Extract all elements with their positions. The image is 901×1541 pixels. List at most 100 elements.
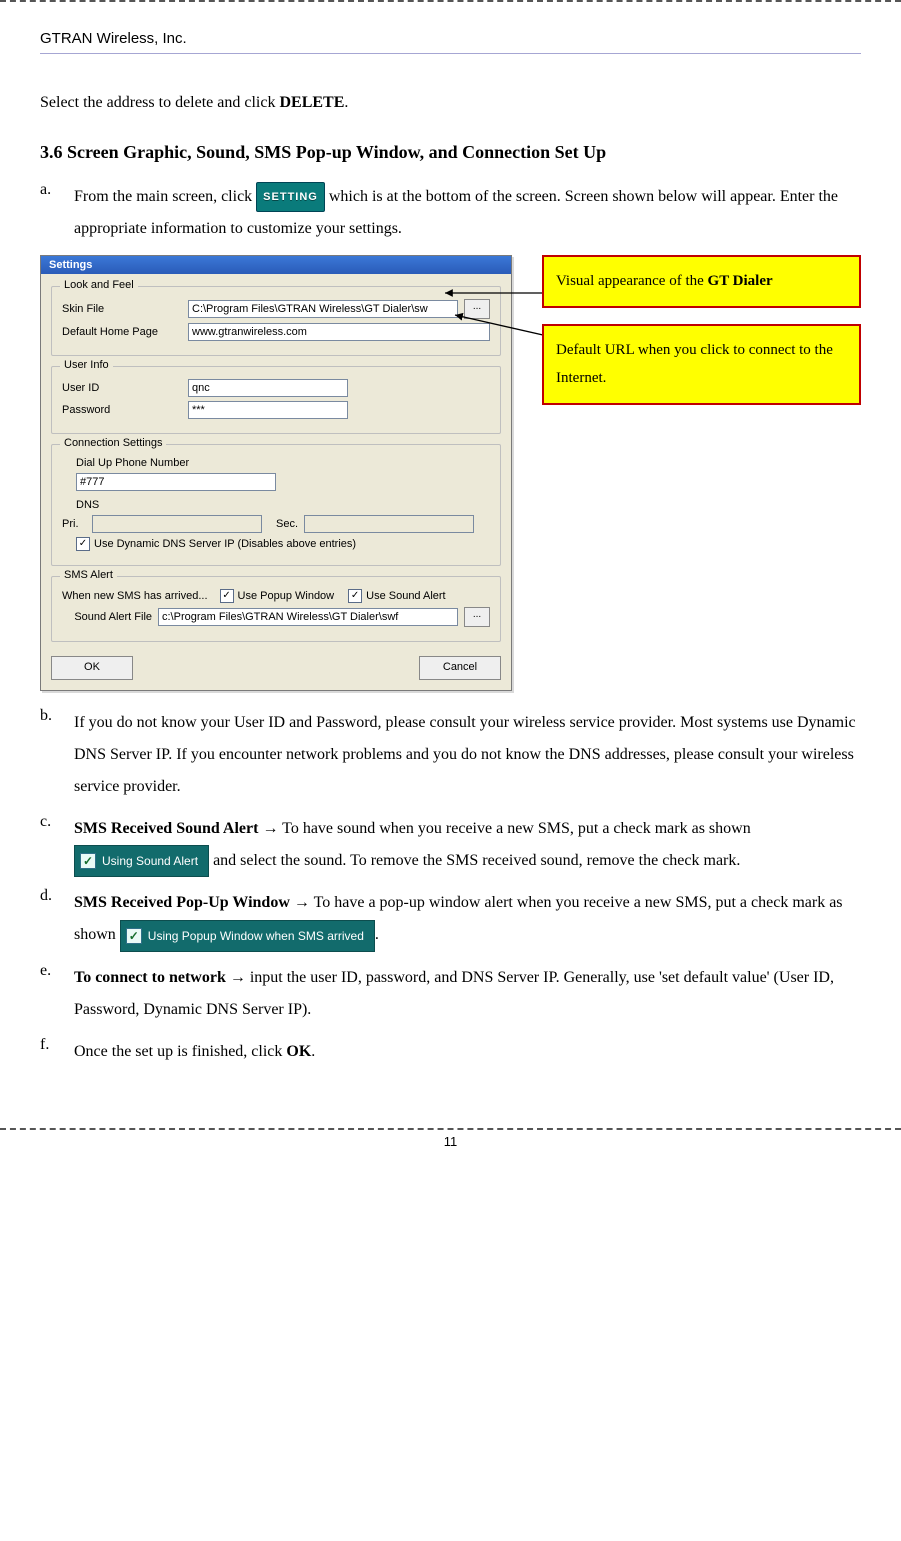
- text: Once the set up is finished, click: [74, 1043, 286, 1060]
- arrow-icon: →: [262, 820, 278, 837]
- item-b-body: If you do not know your User ID and Pass…: [74, 707, 861, 803]
- marker: c.: [40, 813, 74, 877]
- checkbox-label: Use Popup Window: [238, 590, 335, 602]
- page-header: GTRAN Wireless, Inc.: [40, 30, 861, 53]
- sound-file-input[interactable]: [158, 608, 458, 626]
- password-input[interactable]: [188, 401, 348, 419]
- label-sms-when: When new SMS has arrived...: [62, 590, 208, 602]
- using-popup-window-chip: ✓ Using Popup Window when SMS arrived: [120, 920, 375, 952]
- label-user-id: User ID: [62, 382, 182, 394]
- check-icon: ✓: [220, 589, 234, 603]
- text-bold: To connect to network: [74, 969, 230, 986]
- arrow-icon: →: [230, 969, 246, 986]
- chip-label: Using Popup Window when SMS arrived: [148, 924, 364, 948]
- ok-button[interactable]: OK: [51, 656, 133, 680]
- section-title: 3.6 Screen Graphic, Sound, SMS Pop-up Wi…: [40, 142, 861, 163]
- callout-visual-appearance: Visual appearance of the GT Dialer: [542, 255, 861, 308]
- label-dns-pri: Pri.: [62, 518, 86, 530]
- dynamic-dns-checkbox[interactable]: ✓ Use Dynamic DNS Server IP (Disables ab…: [76, 537, 356, 551]
- text: .: [311, 1043, 315, 1060]
- text: To have sound when you receive a new SMS…: [278, 820, 750, 837]
- settings-dialog: Settings Look and Feel Skin File ... Def…: [40, 255, 512, 691]
- check-icon: ✓: [76, 537, 90, 551]
- home-page-input[interactable]: [188, 323, 490, 341]
- item-f-body: Once the set up is finished, click OK.: [74, 1036, 861, 1068]
- text-bold: OK: [286, 1043, 311, 1060]
- label-dns-sec: Sec.: [268, 518, 298, 530]
- setting-button-image: SETTING: [256, 182, 325, 212]
- text: and select the sound. To remove the SMS …: [213, 852, 740, 869]
- dns-sec-input[interactable]: [304, 515, 474, 533]
- list-item: a. From the main screen, click SETTING w…: [40, 181, 861, 245]
- popup-checkbox[interactable]: ✓ Use Popup Window: [220, 589, 335, 603]
- item-d-body: SMS Received Pop-Up Window → To have a p…: [74, 887, 861, 951]
- list-item: e. To connect to network → input the use…: [40, 962, 861, 1026]
- callout-default-url: Default URL when you click to connect to…: [542, 324, 861, 405]
- dialog-content: Look and Feel Skin File ... Default Home…: [41, 274, 511, 690]
- callouts: Visual appearance of the GT Dialer Defau…: [542, 255, 861, 421]
- label-home-page: Default Home Page: [62, 326, 182, 338]
- checkbox-label: Use Sound Alert: [366, 590, 446, 602]
- row-home-page: Default Home Page: [62, 323, 490, 341]
- row-password: Password: [62, 401, 490, 419]
- figure-row: Settings Look and Feel Skin File ... Def…: [40, 255, 861, 691]
- row-dynamic-dns: ✓ Use Dynamic DNS Server IP (Disables ab…: [76, 537, 490, 551]
- using-sound-alert-chip: ✓ Using Sound Alert: [74, 845, 209, 877]
- label-dial-number: Dial Up Phone Number: [76, 457, 490, 469]
- text: .: [344, 94, 348, 111]
- page-number: 11: [0, 1130, 901, 1149]
- check-icon: ✓: [348, 589, 362, 603]
- instruction-list-continued: b. If you do not know your User ID and P…: [40, 707, 861, 1068]
- list-item: b. If you do not know your User ID and P…: [40, 707, 861, 803]
- marker: f.: [40, 1036, 74, 1068]
- item-e-body: To connect to network → input the user I…: [74, 962, 861, 1026]
- list-item: c. SMS Received Sound Alert → To have so…: [40, 813, 861, 877]
- item-c-body: SMS Received Sound Alert → To have sound…: [74, 813, 861, 877]
- row-sound-file: Sound Alert File ...: [62, 607, 490, 627]
- text: Visual appearance of the: [556, 273, 708, 289]
- delete-instruction: Select the address to delete and click D…: [40, 94, 861, 112]
- browse-button[interactable]: ...: [464, 299, 490, 319]
- marker: b.: [40, 707, 74, 803]
- browse-button[interactable]: ...: [464, 607, 490, 627]
- group-connection-settings: Connection Settings Dial Up Phone Number…: [51, 444, 501, 566]
- sound-checkbox[interactable]: ✓ Use Sound Alert: [348, 589, 446, 603]
- label-skin-file: Skin File: [62, 303, 182, 315]
- skin-file-input[interactable]: [188, 300, 458, 318]
- legend: User Info: [60, 359, 113, 371]
- dialog-title: Settings: [41, 256, 511, 274]
- row-user-id: User ID: [62, 379, 490, 397]
- check-icon: ✓: [126, 928, 142, 944]
- text-bold: SMS Received Pop-Up Window: [74, 894, 294, 911]
- group-sms-alert: SMS Alert When new SMS has arrived... ✓ …: [51, 576, 501, 642]
- text: Select the address to delete and click: [40, 94, 279, 111]
- row-dns: Pri. Sec.: [62, 515, 490, 533]
- label-sound-file: Sound Alert File: [62, 611, 152, 623]
- legend: Connection Settings: [60, 437, 166, 449]
- legend: SMS Alert: [60, 569, 117, 581]
- top-dashed-border: [0, 0, 901, 2]
- group-user-info: User Info User ID Password: [51, 366, 501, 434]
- cancel-button[interactable]: Cancel: [419, 656, 501, 680]
- header-rule: [40, 53, 861, 54]
- marker: e.: [40, 962, 74, 1026]
- dial-number-input[interactable]: [76, 473, 276, 491]
- text-bold: GT Dialer: [708, 273, 773, 289]
- group-look-and-feel: Look and Feel Skin File ... Default Home…: [51, 286, 501, 356]
- row-skin-file: Skin File ...: [62, 299, 490, 319]
- instruction-list: a. From the main screen, click SETTING w…: [40, 181, 861, 245]
- chip-label: Using Sound Alert: [102, 849, 198, 873]
- dns-pri-input[interactable]: [92, 515, 262, 533]
- delete-bold: DELETE: [279, 94, 344, 111]
- document-page: GTRAN Wireless, Inc. Select the address …: [0, 10, 901, 1098]
- dialog-button-bar: OK Cancel: [51, 652, 501, 680]
- user-id-input[interactable]: [188, 379, 348, 397]
- legend: Look and Feel: [60, 279, 138, 291]
- check-icon: ✓: [80, 853, 96, 869]
- item-a-body: From the main screen, click SETTING whic…: [74, 181, 861, 245]
- list-item: f. Once the set up is finished, click OK…: [40, 1036, 861, 1068]
- text: .: [375, 926, 379, 943]
- label-password: Password: [62, 404, 182, 416]
- text: From the main screen, click: [74, 188, 256, 205]
- marker: a.: [40, 181, 74, 245]
